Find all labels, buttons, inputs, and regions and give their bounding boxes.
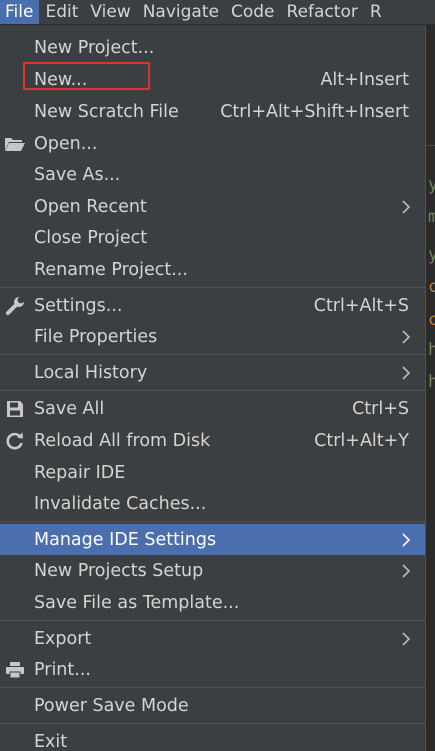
- menu-item-new-scratch-file[interactable]: New Scratch File Ctrl+Alt+Shift+Insert: [0, 96, 425, 127]
- menu-item-invalidate-caches[interactable]: Invalidate Caches...: [0, 488, 425, 519]
- chevron-right-icon: [402, 199, 411, 214]
- menu-run[interactable]: R: [364, 0, 388, 24]
- menu-file-label: File: [5, 2, 34, 22]
- menu-item-label: Open Recent: [34, 196, 147, 217]
- menu-view[interactable]: View: [84, 0, 136, 24]
- menu-item-exit[interactable]: Exit: [0, 726, 425, 751]
- ide-window: File Edit View Navigate Code Refactor R …: [0, 0, 435, 751]
- menu-item-label: Open...: [34, 133, 98, 154]
- menu-item-save-as[interactable]: Save As...: [0, 159, 425, 190]
- editor-glyph: y: [428, 175, 435, 195]
- floppy-disk-icon: [4, 398, 26, 420]
- printer-icon: [4, 659, 26, 681]
- menu-item-shortcut: Alt+Insert: [320, 69, 409, 90]
- editor-glyph: h: [428, 372, 435, 392]
- menu-item-rename-project[interactable]: Rename Project...: [0, 254, 425, 285]
- wrench-icon: [4, 295, 26, 317]
- menu-item-label: Invalidate Caches...: [34, 493, 207, 514]
- menu-item-local-history[interactable]: Local History: [0, 357, 425, 388]
- menu-item-label: Manage IDE Settings: [34, 529, 217, 550]
- menu-separator: [0, 687, 425, 688]
- menu-item-close-project[interactable]: Close Project: [0, 222, 425, 253]
- menu-item-label: Save As...: [34, 164, 121, 185]
- menu-item-shortcut: Ctrl+Alt+Shift+Insert: [220, 101, 409, 122]
- menu-item-label: Save File as Template...: [34, 592, 240, 613]
- menu-item-manage-ide-settings[interactable]: Manage IDE Settings: [0, 524, 425, 555]
- annotation-highlight-box: [23, 62, 150, 90]
- menu-navigate[interactable]: Navigate: [137, 0, 225, 24]
- folder-open-icon: [4, 133, 26, 155]
- chevron-right-icon: [402, 329, 411, 344]
- editor-glyph: m: [428, 207, 435, 227]
- menu-item-label: File Properties: [34, 326, 158, 347]
- menu-item-new-project[interactable]: New Project...: [0, 32, 425, 63]
- chevron-right-icon: [402, 365, 411, 380]
- menu-item-label: Rename Project...: [34, 259, 188, 280]
- menu-item-save-file-as-template[interactable]: Save File as Template...: [0, 587, 425, 618]
- menu-item-file-properties[interactable]: File Properties: [0, 321, 425, 352]
- menu-item-label: New Projects Setup: [34, 560, 204, 581]
- menu-view-label: View: [90, 2, 131, 22]
- menu-item-label: Power Save Mode: [34, 695, 189, 716]
- menu-edit[interactable]: Edit: [39, 0, 84, 24]
- menu-refactor-label: Refactor: [286, 2, 358, 22]
- menu-item-save-all[interactable]: Save All Ctrl+S: [0, 393, 425, 424]
- menu-item-label: Print...: [34, 659, 91, 680]
- menu-separator: [0, 354, 425, 355]
- menu-item-open[interactable]: Open...: [0, 128, 425, 159]
- menu-code[interactable]: Code: [225, 0, 281, 24]
- menu-item-open-recent[interactable]: Open Recent: [0, 191, 425, 222]
- menu-item-label: Local History: [34, 362, 148, 383]
- menu-run-label: R: [369, 2, 382, 22]
- menu-item-label: Save All: [34, 398, 105, 419]
- editor-glyph: c: [428, 277, 435, 297]
- menu-item-print[interactable]: Print...: [0, 654, 425, 685]
- menu-item-settings[interactable]: Settings... Ctrl+Alt+S: [0, 290, 425, 321]
- menu-item-label: Reload All from Disk: [34, 430, 211, 451]
- menu-separator: [0, 287, 425, 288]
- menu-separator: [0, 723, 425, 724]
- menu-item-label: Exit: [34, 731, 68, 751]
- menu-item-repair-ide[interactable]: Repair IDE: [0, 457, 425, 488]
- menu-bar: File Edit View Navigate Code Refactor R: [0, 0, 435, 25]
- menu-separator: [0, 620, 425, 621]
- menu-refactor[interactable]: Refactor: [281, 0, 364, 24]
- menu-item-export[interactable]: Export: [0, 623, 425, 654]
- menu-item-label: New Project...: [34, 37, 155, 58]
- menu-item-shortcut: Ctrl+Alt+S: [313, 295, 409, 316]
- menu-separator: [0, 390, 425, 391]
- menu-item-new-projects-setup[interactable]: New Projects Setup: [0, 555, 425, 586]
- menu-item-label: Repair IDE: [34, 462, 126, 483]
- menu-edit-label: Edit: [45, 2, 79, 22]
- chevron-right-icon: [402, 563, 411, 578]
- menu-separator: [0, 521, 425, 522]
- editor-glyph: h: [428, 340, 435, 360]
- editor-glyph: y: [428, 245, 435, 265]
- menu-item-reload-all[interactable]: Reload All from Disk Ctrl+Alt+Y: [0, 425, 425, 456]
- reload-icon: [4, 430, 26, 452]
- menu-file[interactable]: File: [0, 0, 40, 24]
- menu-item-shortcut: Ctrl+Alt+Y: [314, 430, 409, 451]
- menu-item-label: Export: [34, 628, 92, 649]
- menu-item-label: Settings...: [34, 295, 123, 316]
- file-menu-dropdown: New Project... New... Alt+Insert New Scr…: [0, 25, 426, 751]
- chevron-right-icon: [402, 631, 411, 646]
- menu-item-label: New Scratch File: [34, 101, 179, 122]
- editor-glyph: c: [428, 310, 435, 330]
- menu-item-shortcut: Ctrl+S: [352, 398, 409, 419]
- menu-navigate-label: Navigate: [142, 2, 219, 22]
- menu-code-label: Code: [230, 2, 275, 22]
- menu-item-label: Close Project: [34, 227, 148, 248]
- chevron-right-icon: [402, 532, 411, 547]
- menu-item-power-save-mode[interactable]: Power Save Mode: [0, 690, 425, 721]
